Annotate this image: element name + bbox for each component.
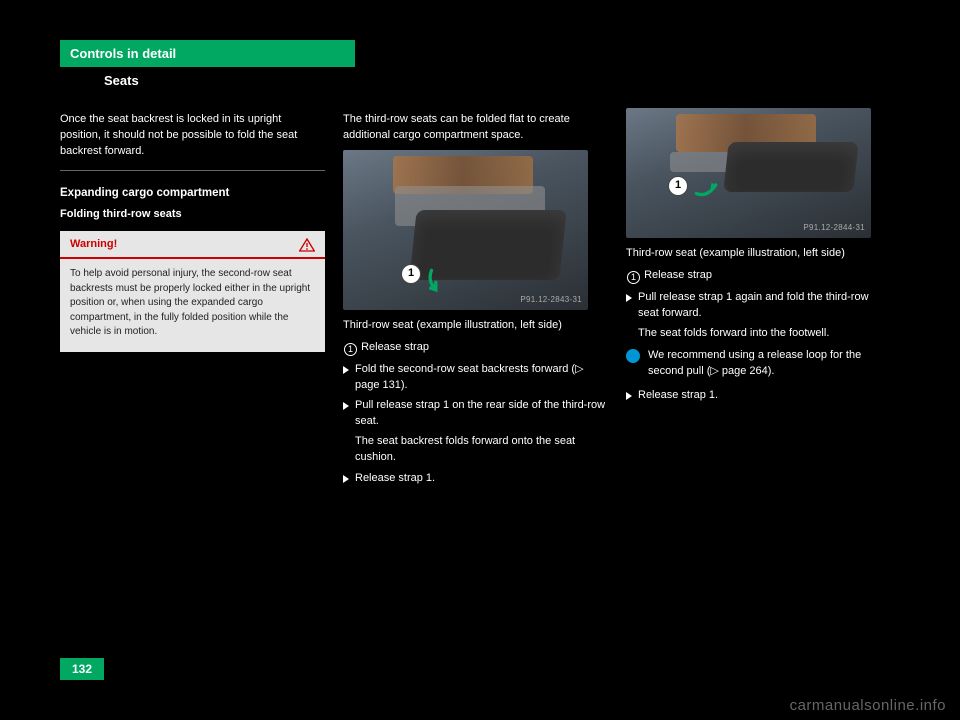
- warning-title: Warning!: [70, 237, 117, 253]
- col3-caption-item: 1 Release strap: [626, 268, 891, 284]
- col2-caption-title: Third-row seat (example illustration, le…: [343, 318, 608, 334]
- step: Fold the second-row seat backrests forwa…: [343, 362, 608, 394]
- step-result: The seat folds forward into the footwell…: [638, 326, 891, 342]
- step-text: Pull release strap 1 again and fold the …: [638, 290, 891, 322]
- info-note: We recommend using a release loop for th…: [626, 348, 891, 380]
- step-text: Pull release strap 1 on the rear side of…: [355, 398, 608, 430]
- content-columns: Once the seat backrest is locked in its …: [60, 112, 900, 491]
- step: Release strap 1.: [626, 388, 891, 404]
- heading-folding-third-row: Folding third-row seats: [60, 207, 325, 223]
- section-tab: Controls in detail: [60, 40, 355, 67]
- callout-1: 1: [668, 176, 688, 196]
- col2-caption-item-text: Release strap: [361, 341, 429, 353]
- column-3: 1 P91.12-2844-31 Third-row seat (example…: [626, 112, 891, 491]
- intro-paragraph: Once the seat backrest is locked in its …: [60, 112, 325, 160]
- col2-lead: The third-row seats can be folded flat t…: [343, 112, 608, 144]
- callout-ref-1-icon: 1: [344, 343, 357, 356]
- photo-tag: P91.12-2843-31: [520, 294, 582, 306]
- callout-ref-1-icon: 1: [627, 271, 640, 284]
- step-text: Release strap 1.: [638, 388, 718, 404]
- step-bullet-icon: [343, 366, 349, 374]
- green-arrow-icon: [692, 174, 718, 200]
- green-arrow-icon: [425, 266, 451, 292]
- subsection-title: Seats: [104, 73, 900, 88]
- col3-caption-item-text: Release strap: [644, 269, 712, 281]
- warning-body: To help avoid personal injury, the secon…: [60, 259, 325, 352]
- photo-seat-folded: 1 P91.12-2844-31: [626, 108, 871, 238]
- column-1: Once the seat backrest is locked in its …: [60, 112, 325, 491]
- divider: [60, 170, 325, 171]
- warning-box: Warning! To help avoid personal injury, …: [60, 231, 325, 351]
- step-text: Release strap 1.: [355, 471, 435, 487]
- heading-expanding-cargo: Expanding cargo compartment: [60, 185, 325, 202]
- step-bullet-icon: [626, 294, 632, 302]
- photo-seat-upright: 1 P91.12-2843-31: [343, 150, 588, 310]
- step-bullet-icon: [343, 475, 349, 483]
- step-result: The seat backrest folds forward onto the…: [355, 434, 608, 466]
- step-bullet-icon: [343, 402, 349, 410]
- step-bullet-icon: [626, 392, 632, 400]
- step-text: Fold the second-row seat backrests forwa…: [355, 362, 608, 394]
- col2-caption-item: 1 Release strap: [343, 340, 608, 356]
- note-text: We recommend using a release loop for th…: [648, 348, 891, 380]
- col3-caption-title: Third-row seat (example illustration, le…: [626, 246, 891, 262]
- photo-tag: P91.12-2844-31: [803, 222, 865, 234]
- warning-triangle-icon: [299, 238, 315, 252]
- column-2: The third-row seats can be folded flat t…: [343, 112, 608, 491]
- manual-page: Controls in detail Seats Once the seat b…: [60, 40, 900, 680]
- page-number: 132: [60, 658, 104, 680]
- step: Release strap 1.: [343, 471, 608, 487]
- warning-header: Warning!: [60, 231, 325, 259]
- watermark: carmanualsonline.info: [790, 697, 946, 714]
- step: Pull release strap 1 on the rear side of…: [343, 398, 608, 430]
- step: Pull release strap 1 again and fold the …: [626, 290, 891, 322]
- info-icon: [626, 349, 640, 363]
- callout-1: 1: [401, 264, 421, 284]
- photo-seat-folded-cushion: [723, 142, 858, 192]
